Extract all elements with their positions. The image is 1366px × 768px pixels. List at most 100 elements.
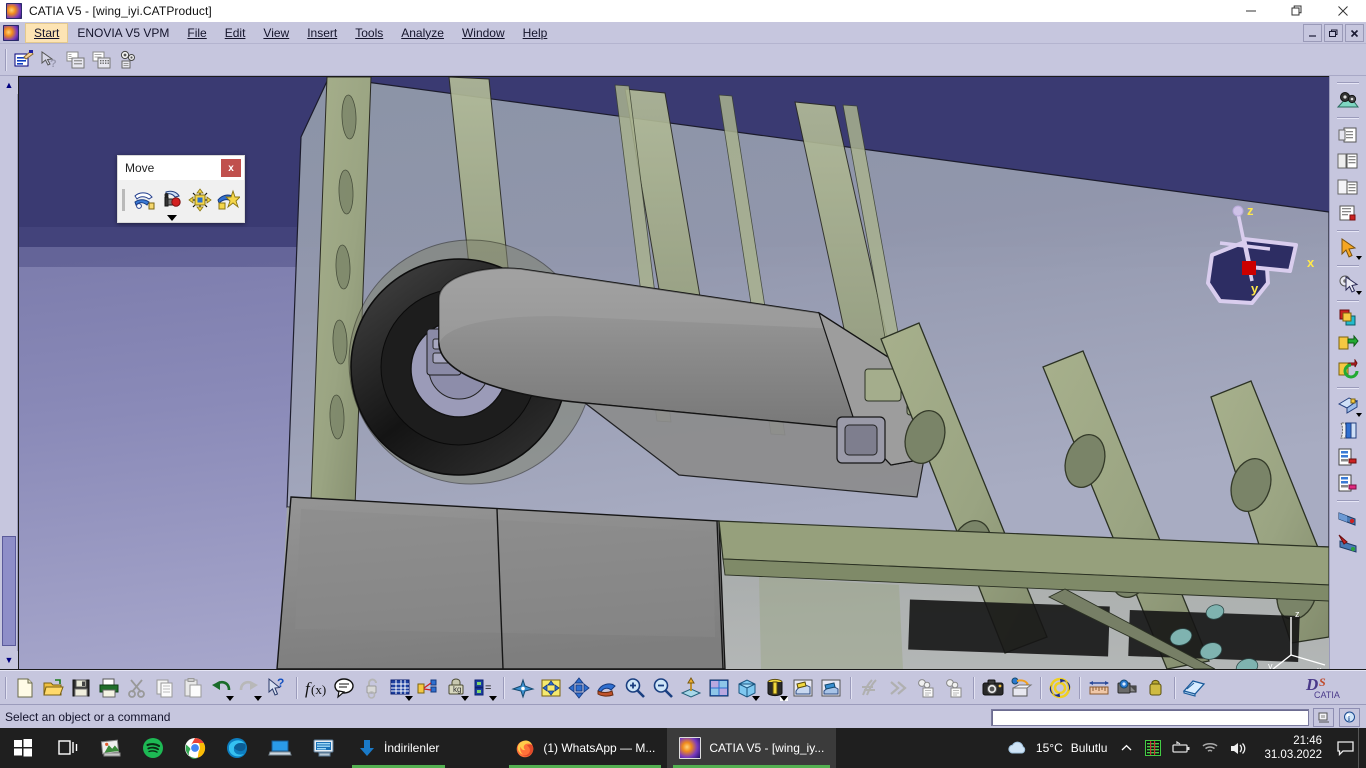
measure-inertia-icon[interactable]: kg <box>442 674 470 702</box>
equalizer-icon[interactable] <box>1140 728 1166 768</box>
chevron-down-icon[interactable] <box>405 695 413 701</box>
taskbar-item-system-monitor[interactable] <box>302 728 346 768</box>
restore-document-icon[interactable] <box>1324 24 1343 42</box>
whats-this-icon[interactable]: ? <box>263 674 291 702</box>
minimize-icon[interactable] <box>1228 0 1274 22</box>
export-icon[interactable] <box>1333 357 1363 383</box>
manipulation-icon[interactable] <box>130 185 158 215</box>
album-icon[interactable] <box>1007 674 1035 702</box>
close-icon[interactable] <box>1320 0 1366 22</box>
capture-icon[interactable] <box>979 674 1007 702</box>
simulation-icon[interactable] <box>1046 674 1074 702</box>
fly-mode-icon[interactable] <box>509 674 537 702</box>
chevron-down-icon[interactable] <box>461 695 469 701</box>
measure-item-icon[interactable] <box>1113 674 1141 702</box>
save-icon[interactable] <box>67 674 95 702</box>
zoom-out-icon[interactable] <box>649 674 677 702</box>
menu-start[interactable]: Start <box>25 22 69 43</box>
scrollbar-thumb[interactable] <box>2 536 16 646</box>
measure-between-icon[interactable] <box>1333 392 1363 418</box>
taskbar-item-remote-desktop[interactable] <box>258 728 302 768</box>
apply-material-icon[interactable] <box>1333 305 1363 331</box>
taskbar-item-chrome[interactable] <box>174 728 216 768</box>
multi-view-icon[interactable] <box>705 674 733 702</box>
parameters-icon[interactable]: = <box>470 674 498 702</box>
normal-view-icon[interactable] <box>1333 148 1363 174</box>
weather-widget[interactable]: 15°C Bulutlu <box>1000 728 1114 768</box>
rotate-icon[interactable] <box>593 674 621 702</box>
redo-icon[interactable] <box>235 674 263 702</box>
distance-analysis-icon[interactable] <box>1333 505 1363 531</box>
chevron-down-icon[interactable] <box>1356 256 1362 260</box>
measure-item-icon[interactable] <box>1333 444 1363 470</box>
manage-representations-icon[interactable] <box>63 47 89 73</box>
chevron-down-icon[interactable] <box>752 695 760 701</box>
notification-icon[interactable] <box>1332 728 1358 768</box>
scroll-up-icon[interactable]: ▲ <box>0 76 18 94</box>
menu-tools[interactable]: Tools <box>346 23 392 43</box>
create-multi-view-icon[interactable] <box>1333 174 1363 200</box>
chevron-down-icon[interactable] <box>254 695 262 701</box>
select-arrow-icon[interactable] <box>1333 235 1363 261</box>
normal-view-icon[interactable] <box>677 674 705 702</box>
windows-start-button[interactable] <box>0 728 46 768</box>
close-document-icon[interactable] <box>1345 24 1364 42</box>
catalog-browser-icon[interactable] <box>115 47 141 73</box>
taskbar-item-edge[interactable] <box>216 728 258 768</box>
chevron-down-icon[interactable] <box>489 695 497 701</box>
battery-icon[interactable] <box>1166 728 1196 768</box>
publication-icon[interactable] <box>1180 674 1208 702</box>
menu-help[interactable]: Help <box>514 23 557 43</box>
close-icon[interactable]: x <box>221 159 241 177</box>
print-icon[interactable] <box>95 674 123 702</box>
scroll-down-icon[interactable]: ▼ <box>0 651 18 669</box>
taskbar-item-photos[interactable] <box>90 728 132 768</box>
taskbar-item-whatsapp[interactable]: (1) WhatsApp — M... <box>503 728 667 768</box>
task-view-button[interactable] <box>46 728 90 768</box>
pan-icon[interactable] <box>565 674 593 702</box>
show-desktop-button[interactable] <box>1358 728 1366 768</box>
chevron-down-icon[interactable] <box>1356 413 1362 417</box>
show-hidden-icons-icon[interactable] <box>1113 728 1140 768</box>
lock-unlock-icon[interactable] <box>358 674 386 702</box>
explode-icon[interactable] <box>214 185 242 215</box>
define-contextual-menu-icon[interactable]: ? <box>37 47 63 73</box>
catalog-icon[interactable] <box>1333 418 1363 444</box>
chevron-down-icon[interactable] <box>167 215 177 221</box>
update-all-icon[interactable] <box>1333 87 1363 113</box>
help-info-icon[interactable]: i <box>1339 708 1360 727</box>
formula-icon[interactable]: f (x) <box>302 674 330 702</box>
fit-all-in-icon[interactable] <box>537 674 565 702</box>
named-views-icon[interactable] <box>1333 200 1363 226</box>
restore-icon[interactable] <box>1274 0 1320 22</box>
fit-all-in-icon[interactable] <box>1333 122 1363 148</box>
edit-properties-icon[interactable] <box>11 47 37 73</box>
taskbar-item-catia[interactable]: CATIA V5 - [wing_iy... <box>667 728 837 768</box>
catalog-browser-2-icon[interactable] <box>940 674 968 702</box>
cut-icon[interactable] <box>123 674 151 702</box>
render-style-icon[interactable] <box>761 674 789 702</box>
chevron-down-icon[interactable] <box>1356 291 1362 295</box>
zoom-in-icon[interactable] <box>621 674 649 702</box>
palette-grip[interactable] <box>122 189 125 211</box>
mass-properties-icon[interactable] <box>1141 674 1169 702</box>
vertical-scrollbar[interactable]: ▲ ▼ <box>0 76 18 669</box>
menu-window[interactable]: Window <box>453 23 514 43</box>
cut-section-icon[interactable] <box>856 674 884 702</box>
undo-icon[interactable] <box>207 674 235 702</box>
command-input-box[interactable] <box>991 709 1309 728</box>
open-icon[interactable] <box>39 674 67 702</box>
menu-file[interactable]: File <box>178 23 215 43</box>
select-tools-icon[interactable] <box>1333 270 1363 296</box>
move-palette-titlebar[interactable]: Move x <box>118 156 244 180</box>
taskbar-item-downloads[interactable]: İndirilenler <box>346 728 451 768</box>
command-input[interactable] <box>992 712 1308 728</box>
generate-numbering-icon[interactable] <box>89 47 115 73</box>
swap-visible-space-icon[interactable] <box>817 674 845 702</box>
new-icon[interactable] <box>11 674 39 702</box>
menu-enovia[interactable]: ENOVIA V5 VPM <box>68 23 178 43</box>
minimize-document-icon[interactable] <box>1303 24 1322 42</box>
sectioning-icon[interactable] <box>1333 470 1363 496</box>
constraint-icon[interactable] <box>414 674 442 702</box>
comment-icon[interactable] <box>330 674 358 702</box>
